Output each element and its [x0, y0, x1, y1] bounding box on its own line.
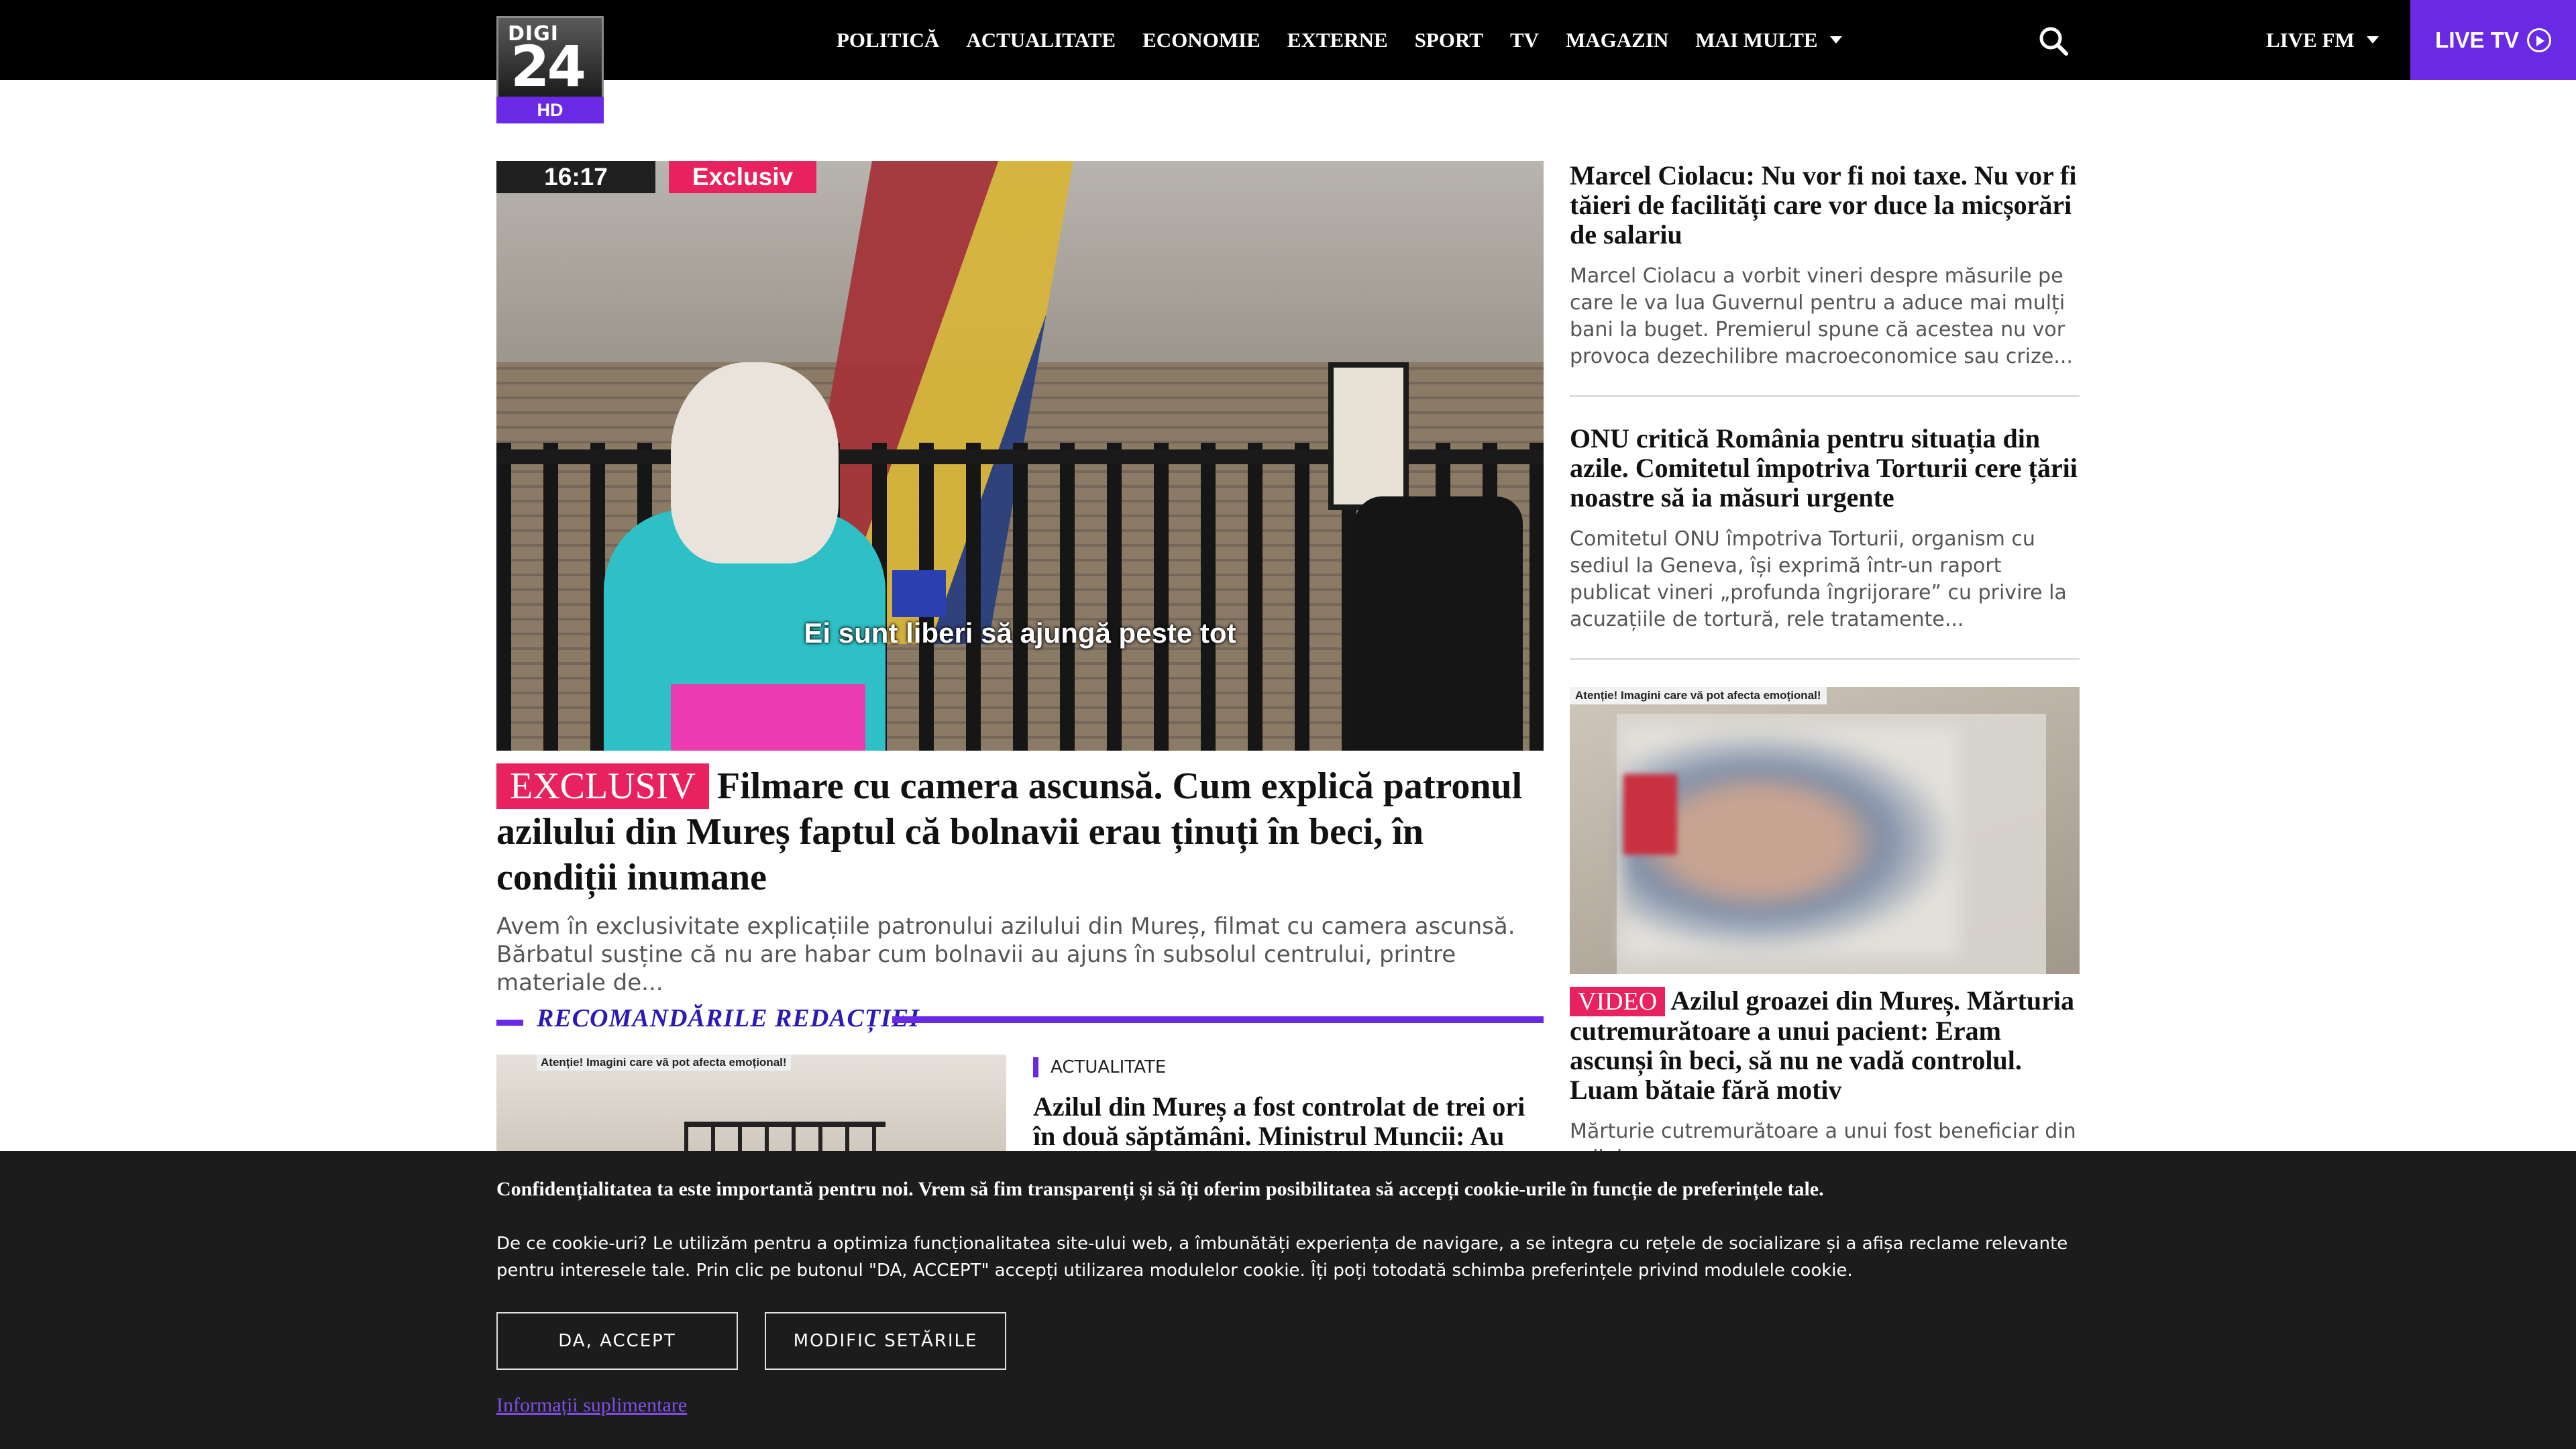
exclusive-tag: EXCLUSIV [496, 763, 709, 809]
recommendations-heading: RECOMANDĂRILE REDACȚIEI [496, 1004, 1544, 1040]
nav-sport[interactable]: SPORT [1415, 28, 1483, 52]
nav-economie[interactable]: ECONOMIE [1142, 28, 1260, 52]
hero-article-title[interactable]: EXCLUSIV Filmare cu camera ascunsă. Cum e… [496, 763, 1544, 900]
accept-cookies-button[interactable]: DA, ACCEPT [496, 1312, 738, 1370]
nav-magazin[interactable]: MAGAZIN [1566, 28, 1668, 52]
side-article-2: ONU critică România pentru situația din … [1570, 424, 2080, 633]
live-tv-label: LIVE TV [2435, 27, 2519, 52]
side-article-title[interactable]: VIDEO Azilul groazei din Mureș. Mărturia … [1570, 986, 2080, 1105]
hero-article-description: Avem în exclusivitate explicațiile patro… [496, 913, 1515, 996]
more-info-link[interactable]: Informații suplimentare [496, 1394, 687, 1417]
nav-mai-multe[interactable]: MAI MULTE [1695, 28, 1842, 52]
cookie-title: Confidențialitatea ta este importantă pe… [496, 1178, 1824, 1200]
live-tv-button[interactable]: LIVE TV [2410, 0, 2576, 80]
nav-actualitate[interactable]: ACTUALITATE [966, 28, 1116, 52]
recommended-article-title[interactable]: Azilul din Mureș a fost controlat de tre… [1033, 1092, 1543, 1151]
side-article-description: Marcel Ciolacu a vorbit vineri despre mă… [1570, 264, 2073, 368]
live-fm-dropdown[interactable]: LIVE FM [2266, 0, 2379, 80]
cookie-consent-banner: Confidențialitatea ta este importantă pe… [0, 1151, 2576, 1449]
image-microphone [892, 570, 946, 617]
video-time-badge: 16:17 [496, 161, 655, 193]
side-article-3: VIDEO Azilul groazei din Mureș. Mărturia … [1570, 986, 2080, 1172]
chevron-down-icon [1829, 36, 1842, 44]
cookie-settings-button[interactable]: MODIFIC SETĂRILE [765, 1312, 1006, 1370]
side-article-1: Marcel Ciolacu: Nu vor fi noi taxe. Nu v… [1570, 161, 2080, 370]
play-icon [2526, 28, 2551, 52]
hero-article-image[interactable]: 16:17 Exclusiv Ei sunt liberi să ajungă … [496, 161, 1544, 751]
logo-hd-label: HD [496, 97, 604, 123]
main-nav: POLITICĂ ACTUALITATE ECONOMIE EXTERNE SP… [837, 0, 1869, 80]
heading-line-right [892, 1016, 1544, 1023]
image-red-fabric [1623, 774, 1677, 855]
recommendations-title: RECOMANDĂRILE REDACȚIEI [537, 1004, 920, 1032]
exclusive-image-badge: Exclusiv [669, 161, 816, 193]
video-subtitle: Ei sunt liberi să ajungă peste tot [804, 617, 1236, 649]
cookie-description: De ce cookie-uri? Le utilizăm pentru a o… [496, 1234, 2068, 1281]
search-icon[interactable] [2038, 25, 2069, 56]
side-article-title[interactable]: ONU critică România pentru situația din … [1570, 424, 2080, 513]
chevron-down-icon [2366, 36, 2379, 44]
divider [1570, 658, 2080, 660]
nav-politica[interactable]: POLITICĂ [837, 28, 939, 52]
logo-mark: DIGI 24 [496, 16, 604, 97]
image-person-pants [671, 684, 865, 751]
nav-externe[interactable]: EXTERNE [1287, 28, 1388, 52]
top-navigation-bar: POLITICĂ ACTUALITATE ECONOMIE EXTERNE SP… [0, 0, 2576, 80]
digi24-logo[interactable]: DIGI 24 HD [496, 16, 604, 123]
logo-24-text: 24 [511, 34, 586, 99]
heading-line-left [496, 1020, 523, 1026]
side-article-title[interactable]: Marcel Ciolacu: Nu vor fi noi taxe. Nu v… [1570, 161, 2080, 250]
side-article-image[interactable]: Atenție! Imagini care vă pot afecta emoț… [1570, 687, 2080, 974]
divider [1570, 395, 2080, 397]
side-article-description: Comitetul ONU împotriva Torturii, organi… [1570, 527, 2067, 631]
image-person-hair [671, 362, 839, 564]
video-tag: VIDEO [1570, 987, 1666, 1016]
nav-tv[interactable]: TV [1510, 28, 1539, 52]
image-lamp [1328, 362, 1409, 510]
live-fm-label: LIVE FM [2266, 28, 2355, 52]
recommended-article-category[interactable]: ACTUALITATE [1033, 1057, 1166, 1077]
image-warning-label: Atenție! Imagini care vă pot afecta emoț… [1570, 687, 1827, 704]
image-warning-label: Atenție! Imagini care vă pot afecta emoț… [537, 1055, 791, 1071]
nav-mai-multe-label: MAI MULTE [1695, 28, 1818, 52]
